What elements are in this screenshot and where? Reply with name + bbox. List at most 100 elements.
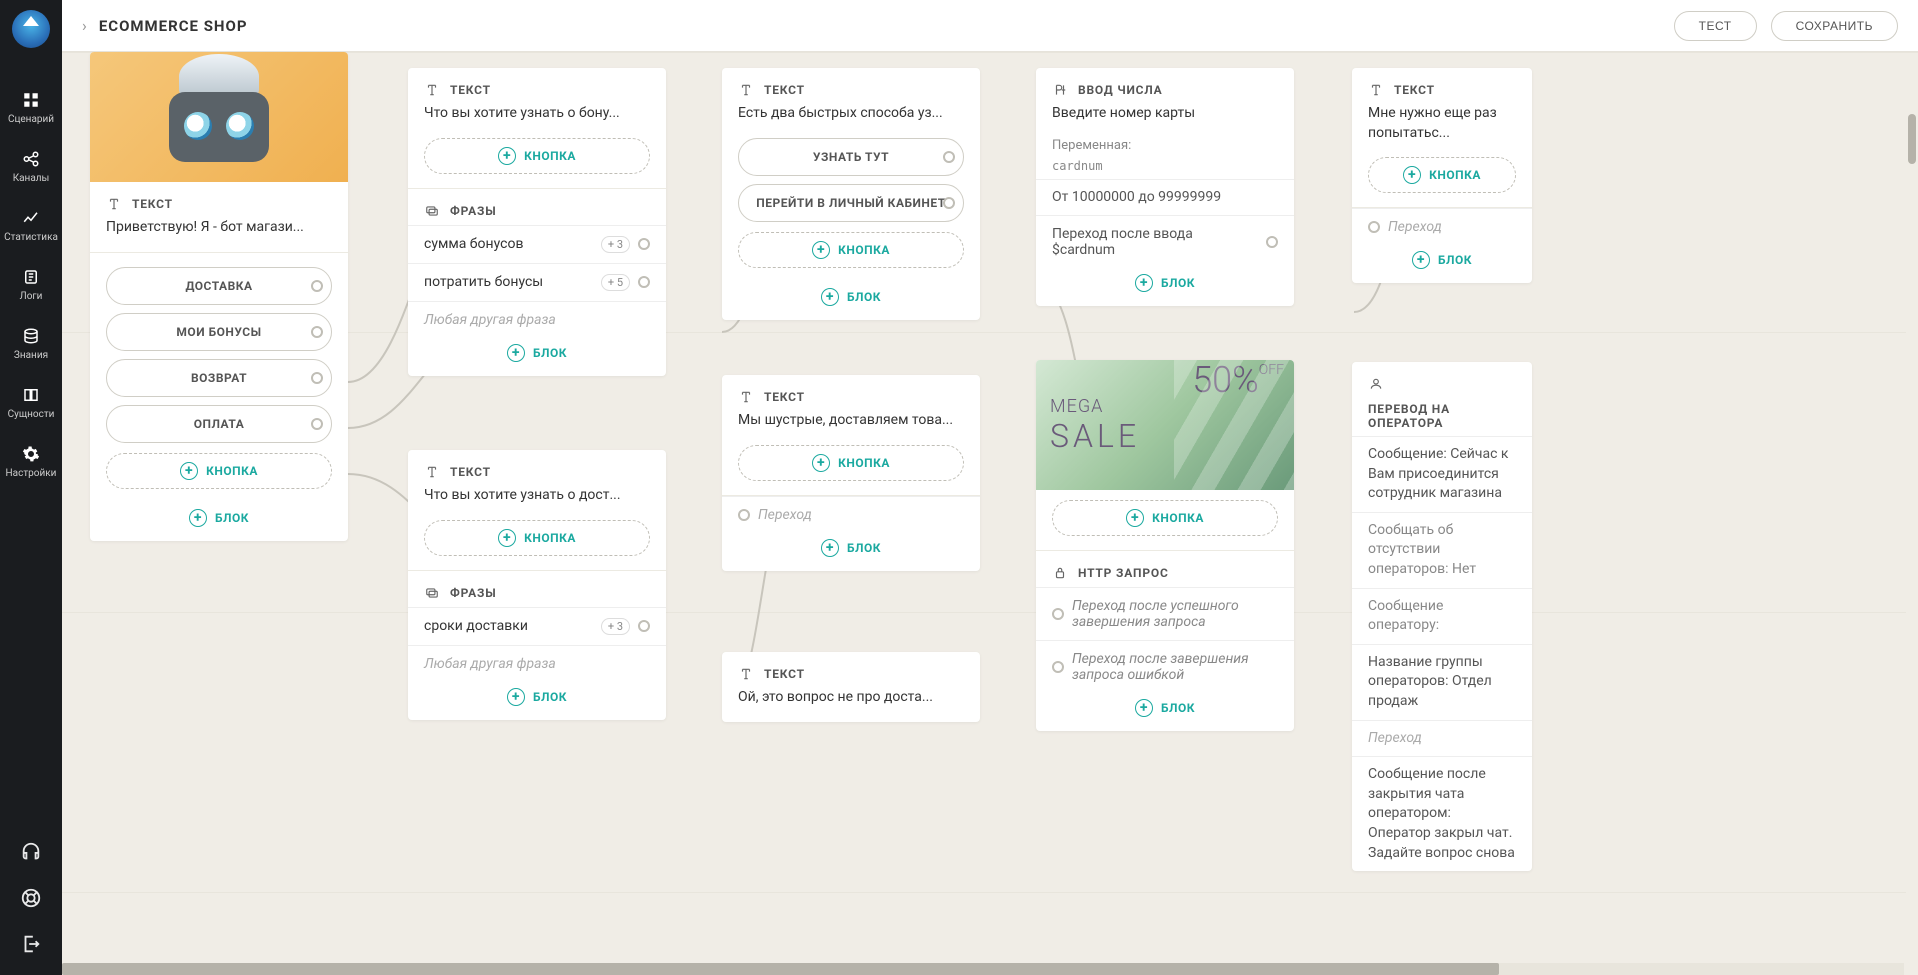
port[interactable]: [638, 238, 650, 250]
phrase-row[interactable]: потратить бонусы + 5: [408, 263, 666, 301]
any-phrase[interactable]: Любая другая фраза: [408, 645, 666, 682]
port[interactable]: [1266, 236, 1278, 248]
text-icon: [738, 389, 754, 405]
nav-settings[interactable]: Настройки: [0, 442, 62, 481]
add-button[interactable]: +КНОПКА: [738, 232, 964, 268]
nav-stats[interactable]: Статистика: [0, 206, 62, 245]
goto-account-button[interactable]: ПЕРЕЙТИ В ЛИЧНЫЙ КАБИНЕТ: [738, 184, 964, 222]
card-bonus[interactable]: ТЕКСТ Что вы хотите узнать о бону... +КН…: [408, 68, 666, 376]
card-start[interactable]: ТЕКСТ Приветствую! Я - бот магази... ДОС…: [90, 52, 348, 541]
add-block[interactable]: +БЛОК: [90, 503, 348, 541]
nav-label: Настройки: [6, 468, 57, 479]
card-retry[interactable]: ТЕКСТ Мне нужно еще раз попытатьс... +КН…: [1352, 68, 1532, 283]
port[interactable]: [311, 372, 323, 384]
nav-scenario[interactable]: Сценарий: [0, 88, 62, 127]
save-button[interactable]: СОХРАНИТЬ: [1771, 11, 1898, 41]
section-label: ТЕКСТ: [450, 83, 491, 97]
http-success[interactable]: Переход после успешного завершения запро…: [1036, 587, 1294, 640]
delivery-button[interactable]: ДОСТАВКА: [106, 267, 332, 305]
topbar: › ECOMMERCE SHOP ТЕСТ СОХРАНИТЬ: [62, 0, 1918, 52]
variable-label: Переменная:: [1036, 138, 1294, 159]
card-number-input[interactable]: ВВОД ЧИСЛА Введите номер карты Переменна…: [1036, 68, 1294, 306]
database-icon: [21, 326, 41, 346]
port[interactable]: [311, 280, 323, 292]
transition[interactable]: Переход: [1352, 208, 1532, 245]
logout-icon[interactable]: [20, 933, 42, 955]
add-block[interactable]: +БЛОК: [408, 338, 666, 376]
bonuses-button[interactable]: МОИ БОНУСЫ: [106, 313, 332, 351]
card-ways[interactable]: ТЕКСТ Есть два быстрых способа уз... УЗН…: [722, 68, 980, 320]
card-fast[interactable]: ТЕКСТ Мы шустрые, доставляем това... +КН…: [722, 375, 980, 571]
port[interactable]: [1368, 221, 1380, 233]
card-sale[interactable]: 50%OFF MEGA SALE +КНОПКА HTTP ЗАПРОС: [1036, 360, 1294, 731]
phrases-icon: [424, 203, 440, 219]
greeting-text: Приветствую! Я - бот магази...: [90, 218, 348, 252]
card-notdelivery[interactable]: ТЕКСТ Ой, это вопрос не про доста...: [722, 652, 980, 722]
variable-name: cardnum: [1036, 159, 1294, 179]
headset-icon[interactable]: [20, 841, 42, 863]
plus-icon: +: [1135, 274, 1153, 292]
add-block[interactable]: +БЛОК: [1036, 268, 1294, 306]
section-label: ФРАЗЫ: [450, 586, 496, 600]
section-label: ТЕКСТ: [450, 465, 491, 479]
port[interactable]: [638, 620, 650, 632]
learn-here-button[interactable]: УЗНАТЬ ТУТ: [738, 138, 964, 176]
retry-text: Мне нужно еще раз попытатьс...: [1352, 104, 1532, 157]
nav-logs[interactable]: Логи: [0, 265, 62, 304]
add-block[interactable]: +БЛОК: [722, 282, 980, 320]
plus-icon: +: [812, 454, 830, 472]
port[interactable]: [311, 418, 323, 430]
operator-icon: [1368, 376, 1384, 392]
port[interactable]: [638, 276, 650, 288]
any-phrase[interactable]: Любая другая фраза: [408, 301, 666, 338]
add-button[interactable]: +КНОПКА: [106, 453, 332, 489]
ways-text: Есть два быстрых способа уз...: [722, 104, 980, 138]
text-icon: [106, 196, 122, 212]
add-block[interactable]: +БЛОК: [1036, 693, 1294, 731]
add-button[interactable]: +КНОПКА: [424, 138, 650, 174]
app-logo[interactable]: [12, 10, 50, 48]
add-block[interactable]: +БЛОК: [722, 533, 980, 571]
port[interactable]: [1052, 608, 1064, 620]
add-block[interactable]: +БЛОК: [1352, 245, 1532, 283]
vertical-scrollbar[interactable]: [1906, 104, 1918, 963]
transition[interactable]: Переход: [1352, 720, 1532, 757]
plus-icon: +: [821, 288, 839, 306]
transition[interactable]: Переход: [722, 496, 980, 533]
card-delivery[interactable]: ТЕКСТ Что вы хотите узнать о дост... +КН…: [408, 450, 666, 720]
chart-icon: [21, 208, 41, 228]
return-button[interactable]: ВОЗВРАТ: [106, 359, 332, 397]
port[interactable]: [943, 151, 955, 163]
help-icon[interactable]: [20, 887, 42, 909]
horizontal-scrollbar[interactable]: [62, 963, 1904, 975]
transition-after-input[interactable]: Переход после ввода $cardnum: [1036, 215, 1294, 268]
card-operator[interactable]: ПЕРЕВОД НА ОПЕРАТОРА Сообщение: Сейчас к…: [1352, 362, 1532, 871]
port[interactable]: [311, 326, 323, 338]
section-label: ФРАЗЫ: [450, 204, 496, 218]
sale-image: 50%OFF MEGA SALE: [1036, 360, 1294, 490]
add-button[interactable]: +КНОПКА: [738, 445, 964, 481]
test-button[interactable]: ТЕСТ: [1674, 11, 1757, 41]
http-error[interactable]: Переход после завершения запроса ошибкой: [1036, 640, 1294, 693]
add-button[interactable]: +КНОПКА: [424, 520, 650, 556]
port[interactable]: [1052, 661, 1064, 673]
canvas[interactable]: ТЕКСТ Приветствую! Я - бот магази... ДОС…: [62, 52, 1918, 975]
plus-icon: +: [1135, 699, 1153, 717]
add-button[interactable]: +КНОПКА: [1052, 500, 1278, 536]
plus-icon: +: [189, 509, 207, 527]
port[interactable]: [943, 197, 955, 209]
add-button[interactable]: +КНОПКА: [1368, 157, 1516, 193]
nav-knowledge[interactable]: Знания: [0, 324, 62, 363]
phrases-icon: [424, 585, 440, 601]
plus-icon: +: [507, 344, 525, 362]
port[interactable]: [738, 509, 750, 521]
enter-card-text: Введите номер карты: [1036, 104, 1294, 138]
nav-entities[interactable]: Сущности: [0, 383, 62, 422]
phrase-row[interactable]: сумма бонусов + 3: [408, 225, 666, 263]
payment-button[interactable]: ОПЛАТА: [106, 405, 332, 443]
layers-icon: [21, 385, 41, 405]
phrase-row[interactable]: сроки доставки + 3: [408, 607, 666, 645]
text-icon: [424, 464, 440, 480]
add-block[interactable]: +БЛОК: [408, 682, 666, 720]
nav-channels[interactable]: Каналы: [0, 147, 62, 186]
